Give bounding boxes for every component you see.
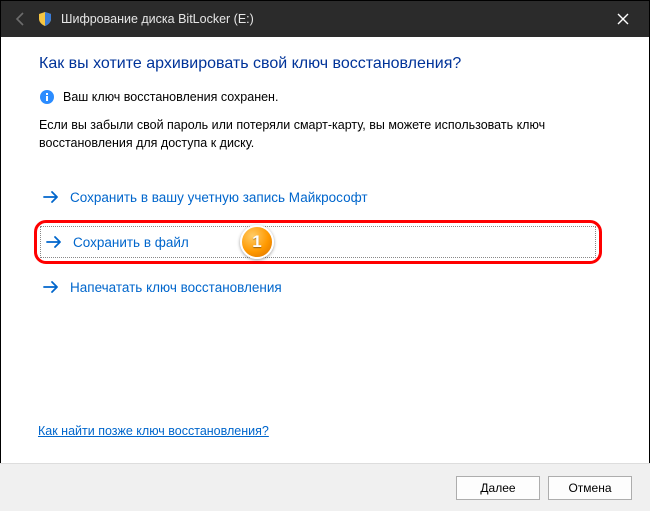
window-title: Шифрование диска BitLocker (E:)	[61, 12, 603, 26]
footer: Далее Отмена	[0, 463, 650, 511]
bitlocker-shield-icon	[37, 11, 53, 27]
next-button[interactable]: Далее	[456, 476, 540, 500]
option-label: Сохранить в файл	[73, 235, 189, 250]
info-icon	[39, 89, 55, 105]
info-row: Ваш ключ восстановления сохранен.	[39, 89, 611, 105]
option-label: Сохранить в вашу учетную запись Майкросо…	[70, 190, 368, 205]
description-text: Если вы забыли свой пароль или потеряли …	[39, 117, 611, 152]
arrow-right-icon	[42, 188, 60, 206]
arrow-right-icon	[42, 278, 60, 296]
titlebar: Шифрование диска BitLocker (E:)	[1, 1, 649, 37]
option-print-recovery-key[interactable]: Напечатать ключ восстановления	[34, 268, 611, 306]
cancel-button[interactable]: Отмена	[548, 476, 632, 500]
content-area: Как вы хотите архивировать свой ключ вос…	[1, 37, 649, 320]
back-icon[interactable]	[11, 9, 31, 29]
page-heading: Как вы хотите архивировать свой ключ вос…	[39, 55, 611, 73]
close-button[interactable]	[603, 1, 643, 37]
option-save-microsoft-account[interactable]: Сохранить в вашу учетную запись Майкросо…	[34, 178, 611, 216]
annotation-badge: 1	[240, 225, 274, 259]
arrow-right-icon	[45, 233, 63, 251]
info-text: Ваш ключ восстановления сохранен.	[63, 90, 278, 104]
options-list: Сохранить в вашу учетную запись Майкросо…	[34, 178, 611, 306]
option-label: Напечатать ключ восстановления	[70, 280, 282, 295]
help-link[interactable]: Как найти позже ключ восстановления?	[38, 424, 269, 438]
option-save-to-file[interactable]: Сохранить в файл 1	[34, 220, 602, 264]
